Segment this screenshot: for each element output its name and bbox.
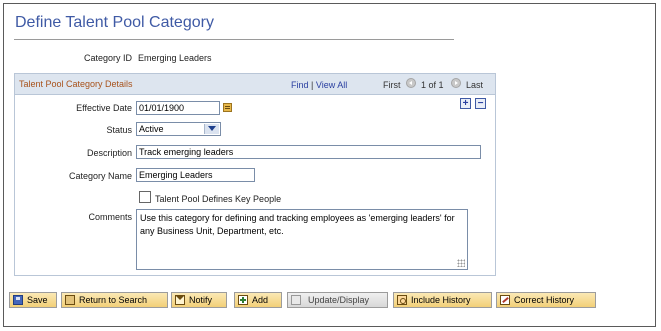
status-select[interactable]: Active (136, 122, 221, 136)
category-id-label: Category ID (83, 53, 132, 63)
last-label: Last (466, 80, 484, 90)
notify-button-label: Notify (189, 295, 213, 305)
resize-grip-icon[interactable] (457, 259, 465, 267)
add-button-label: Add (252, 295, 269, 305)
include-history-label: Include History (411, 295, 471, 305)
comments-label: Comments (88, 212, 132, 222)
correct-history-icon (500, 295, 510, 305)
calendar-icon[interactable] (223, 103, 232, 112)
key-people-label: Talent Pool Defines Key People (155, 194, 282, 204)
description-field[interactable]: Track emerging leaders (136, 145, 481, 159)
notify-button[interactable]: Notify (171, 292, 227, 308)
comments-textarea[interactable]: Use this category for defining and track… (136, 209, 468, 270)
view-all-link[interactable]: View All (316, 80, 347, 90)
description-label: Description (86, 148, 132, 158)
first-label: First (383, 80, 401, 90)
save-button-label: Save (27, 295, 48, 305)
effective-date-field[interactable]: 01/01/1900 (136, 101, 220, 115)
nav-separator: | (311, 80, 314, 90)
notify-icon (175, 295, 185, 305)
category-name-field[interactable]: Emerging Leaders (136, 168, 255, 182)
update-display-button[interactable]: Update/Display (287, 292, 388, 308)
add-button[interactable]: Add (234, 292, 282, 308)
include-history-button[interactable]: Include History (393, 292, 492, 308)
return-to-search-label: Return to Search (79, 295, 148, 305)
title-divider (14, 39, 454, 40)
chevron-down-icon[interactable] (204, 124, 219, 134)
save-button[interactable]: Save (9, 292, 57, 308)
delete-row-button[interactable]: − (475, 98, 486, 109)
update-icon (291, 295, 301, 305)
next-arrow-icon[interactable] (451, 78, 461, 88)
comments-text: Use this category for defining and track… (140, 213, 455, 236)
include-history-icon (397, 295, 407, 305)
correct-history-label: Correct History (514, 295, 575, 305)
category-name-label: Category Name (68, 171, 132, 181)
group-nav-links: Find | View All (291, 80, 347, 90)
previous-arrow-icon[interactable] (406, 78, 416, 88)
find-link[interactable]: Find (291, 80, 309, 90)
save-icon (13, 295, 23, 305)
category-id-value: Emerging Leaders (138, 53, 212, 63)
details-group-title: Talent Pool Category Details (19, 79, 133, 89)
page-title: Define Talent Pool Category (15, 14, 214, 31)
row-range: 1 of 1 (421, 80, 444, 90)
status-value: Active (139, 124, 164, 134)
update-display-label: Update/Display (308, 295, 370, 305)
search-icon (65, 295, 75, 305)
return-to-search-button[interactable]: Return to Search (61, 292, 168, 308)
effective-date-label: Effective Date (76, 103, 132, 113)
key-people-checkbox[interactable] (139, 191, 151, 203)
status-label: Status (106, 125, 132, 135)
add-icon (238, 295, 248, 305)
details-group-header: Talent Pool Category Details Find | View… (15, 74, 495, 95)
correct-history-button[interactable]: Correct History (496, 292, 596, 308)
add-row-button[interactable]: + (460, 98, 471, 109)
